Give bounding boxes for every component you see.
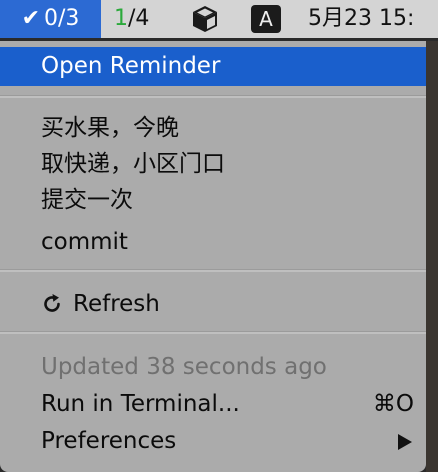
reminder-label: commit xyxy=(41,229,128,255)
menu-separator xyxy=(0,331,426,334)
preferences-label: Preferences xyxy=(41,428,177,454)
background-window-edge xyxy=(426,41,438,472)
reminder-item[interactable]: 提交一次 xyxy=(0,182,426,218)
input-source-indicator[interactable]: A xyxy=(251,5,281,33)
refresh-label: Refresh xyxy=(73,291,160,317)
check-icon: ✔ xyxy=(21,6,41,31)
counter-status-item[interactable]: 1/4 xyxy=(114,0,149,38)
menu-bar: ✔ 0/3 1/4 A 5月23 15: xyxy=(0,0,438,38)
reminder-item[interactable]: 取快递，小区门口 xyxy=(0,146,426,182)
package-icon[interactable] xyxy=(190,4,220,34)
submenu-arrow-icon xyxy=(398,434,412,450)
counter-total: /4 xyxy=(128,6,150,31)
refresh-icon xyxy=(44,294,60,312)
counter-done: 1 xyxy=(114,6,128,31)
run-in-terminal-label: Run in Terminal... xyxy=(41,391,240,417)
menu-separator xyxy=(0,95,426,98)
menubar-clock[interactable]: 5月23 15: xyxy=(308,0,414,38)
reminder-item[interactable]: 买水果，今晚 xyxy=(0,110,426,146)
reminders-status-item[interactable]: ✔ 0/3 xyxy=(0,0,101,38)
reminder-item[interactable]: commit xyxy=(0,224,426,260)
updated-status: Updated 38 seconds ago xyxy=(0,349,426,385)
open-reminder-label: Open Reminder xyxy=(41,53,221,79)
screen: ✔ 0/3 1/4 A 5月23 15: Open Reminder 买水果，今晚 xyxy=(0,0,438,472)
refresh-item[interactable]: Refresh xyxy=(0,286,426,322)
reminders-count: 0/3 xyxy=(44,6,80,31)
reminder-label: 提交一次 xyxy=(41,187,133,213)
preferences-item[interactable]: Preferences xyxy=(0,423,426,459)
menu-separator xyxy=(0,269,426,272)
run-shortcut: ⌘O xyxy=(372,391,414,417)
open-reminder-item[interactable]: Open Reminder xyxy=(0,47,426,86)
reminder-label: 买水果，今晚 xyxy=(41,115,179,141)
dropdown-menu: Open Reminder 买水果，今晚 取快递，小区门口 提交一次 commi… xyxy=(0,41,426,472)
run-in-terminal-item[interactable]: Run in Terminal... ⌘O xyxy=(0,386,426,422)
reminder-label: 取快递，小区门口 xyxy=(41,151,225,177)
updated-label: Updated 38 seconds ago xyxy=(41,354,327,380)
